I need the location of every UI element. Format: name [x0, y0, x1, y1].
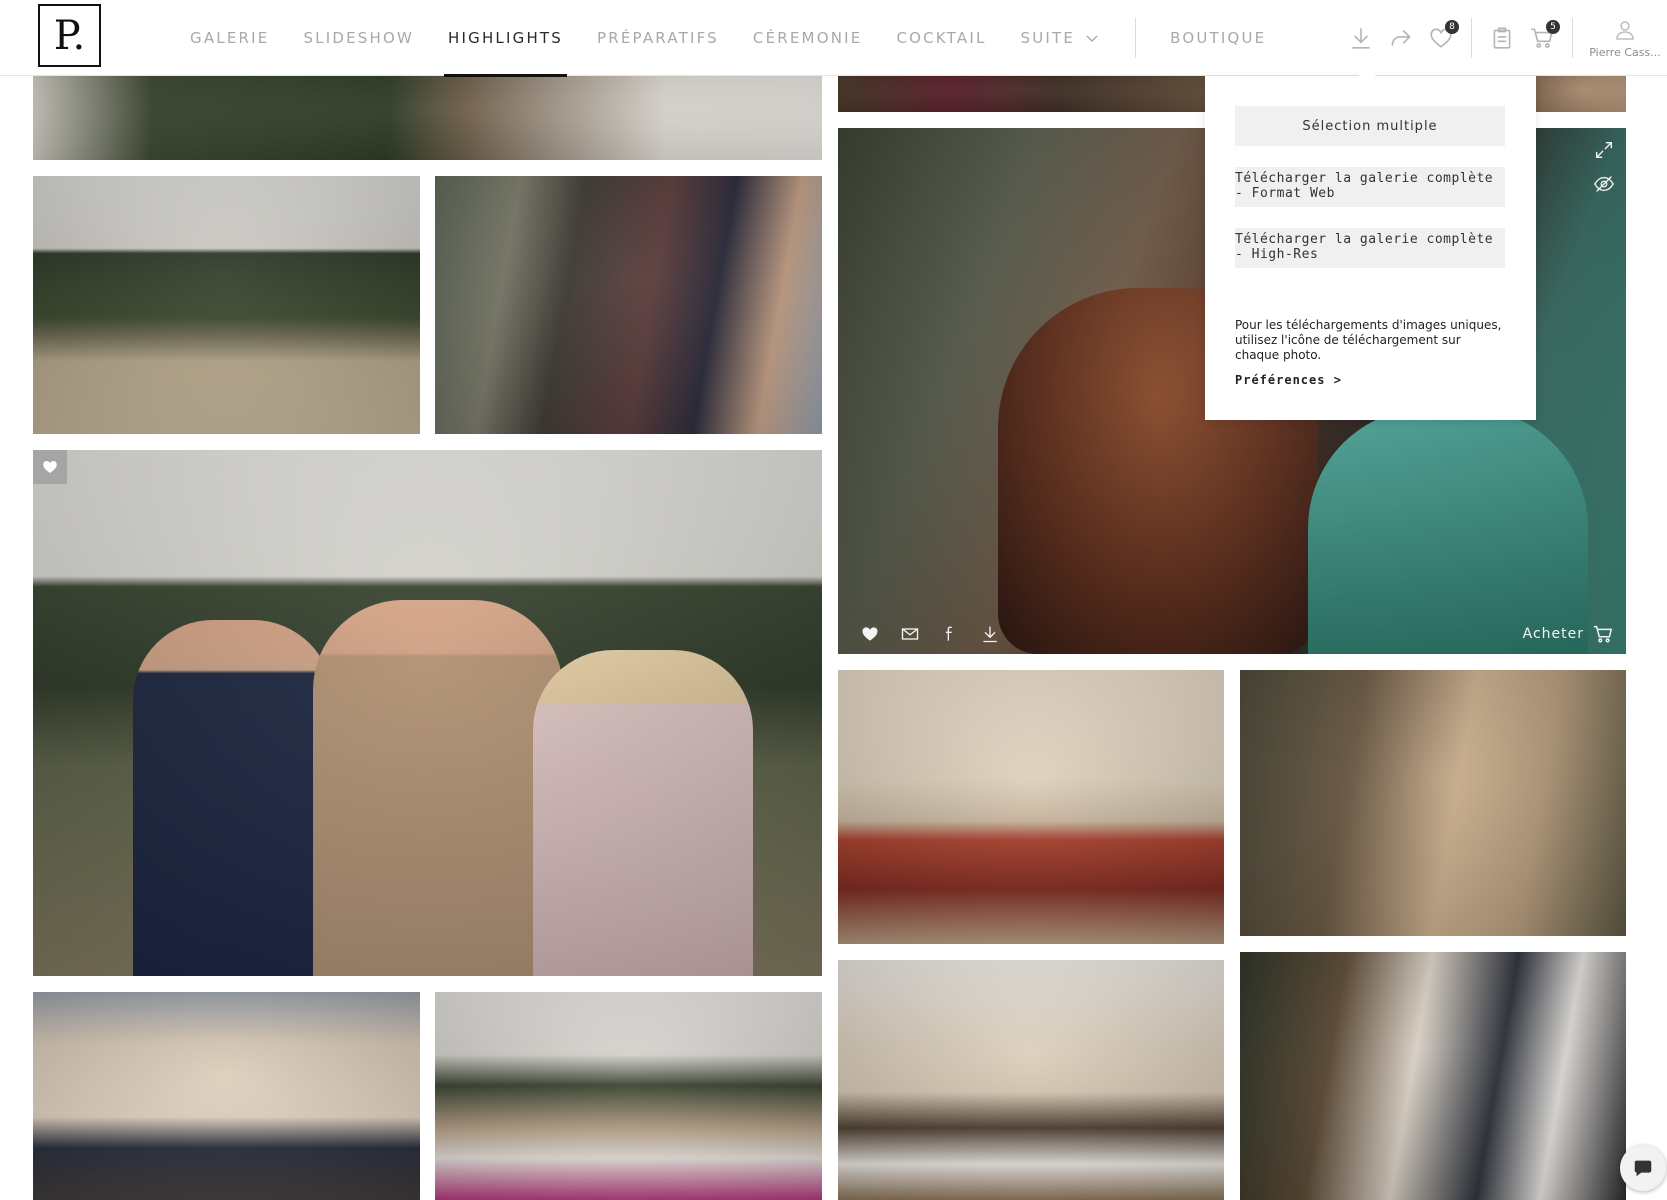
photo-thumbnail[interactable] [1240, 952, 1626, 1200]
download-button[interactable] [1341, 18, 1381, 58]
toolbar-divider [1572, 18, 1573, 58]
nav-suite-dropdown[interactable]: SUITE [1021, 0, 1100, 76]
photo-thumbnail[interactable] [838, 76, 1206, 112]
mail-icon [901, 628, 919, 640]
chat-support-button[interactable] [1620, 1145, 1666, 1191]
expand-icon [1595, 141, 1613, 159]
clipboard-icon [1493, 27, 1511, 49]
nav-galerie[interactable]: GALERIE [190, 0, 269, 76]
toolbar-divider [1471, 18, 1472, 58]
nav-cocktail[interactable]: COCKTAIL [896, 0, 986, 76]
photo-subject [313, 600, 563, 976]
like-photo-button[interactable] [850, 614, 890, 654]
email-photo-button[interactable] [890, 614, 930, 654]
share-icon [1391, 29, 1411, 46]
download-help-text: Pour les téléchargements d'images unique… [1235, 318, 1502, 362]
expand-photo-button[interactable] [1586, 132, 1622, 168]
photo-thumbnail[interactable] [33, 992, 420, 1200]
download-photo-button[interactable] [970, 614, 1010, 654]
share-button[interactable] [1381, 18, 1421, 58]
nav-highlights[interactable]: HIGHLIGHTS [444, 0, 567, 77]
favorites-count-badge: 8 [1445, 20, 1459, 34]
download-full-gallery-web-button[interactable]: Télécharger la galerie complète - Format… [1235, 167, 1505, 207]
photo-thumbnail[interactable] [435, 176, 822, 434]
photo-thumbnail[interactable] [838, 960, 1224, 1200]
chevron-down-icon [1086, 35, 1098, 42]
nav-boutique[interactable]: BOUTIQUE [1170, 0, 1266, 76]
favorites-button[interactable]: 8 [1421, 18, 1461, 58]
top-navigation-bar: P. GALERIE SLIDESHOW HIGHLIGHTS PRÉPARAT… [0, 0, 1667, 77]
toolbar: 8 5 Pierre Cass... [1341, 0, 1667, 76]
photo-subject [133, 620, 333, 976]
photo-thumbnail[interactable] [1240, 670, 1626, 936]
photo-thumbnail[interactable] [1532, 76, 1626, 112]
photo-thumbnail[interactable] [33, 76, 822, 160]
chat-icon [1634, 1160, 1652, 1177]
photo-action-bar: Acheter [838, 614, 1626, 654]
multiple-selection-button[interactable]: Sélection multiple [1235, 106, 1505, 146]
user-name: Pierre Cass... [1589, 45, 1661, 59]
nav-ceremonie[interactable]: CÉREMONIE [753, 0, 863, 76]
heart-icon [862, 627, 878, 641]
photo-subject [533, 650, 753, 976]
heart-icon [43, 461, 57, 473]
photo-thumbnail[interactable] [33, 176, 420, 434]
photo-thumbnail[interactable] [33, 450, 822, 976]
nav-preparatifs[interactable]: PRÉPARATIFS [597, 0, 719, 76]
download-icon [983, 626, 997, 643]
cart-icon [1593, 625, 1613, 643]
user-icon [1616, 20, 1634, 40]
cart-count-badge: 5 [1546, 20, 1560, 34]
favorite-toggle[interactable] [33, 450, 67, 484]
photo-thumbnail[interactable] [435, 992, 822, 1200]
user-account-button[interactable]: Pierre Cass... [1583, 0, 1667, 76]
nav-slideshow[interactable]: SLIDESHOW [303, 0, 414, 76]
facebook-icon [945, 626, 952, 641]
photo-thumbnail[interactable] [838, 670, 1224, 944]
download-icon [1352, 28, 1370, 49]
download-full-gallery-hires-button[interactable]: Télécharger la galerie complète - High-R… [1235, 228, 1505, 268]
hide-photo-button[interactable] [1586, 166, 1622, 202]
brand-logo[interactable]: P. [38, 4, 101, 67]
cart-button[interactable]: 5 [1522, 18, 1562, 58]
facebook-share-button[interactable] [930, 614, 970, 654]
download-dropdown-menu: Sélection multiple Télécharger la galeri… [1205, 76, 1536, 420]
nav-divider [1135, 18, 1137, 58]
preferences-link[interactable]: Préférences > [1235, 373, 1506, 387]
clipboard-button[interactable] [1482, 18, 1522, 58]
main-navigation: GALERIE SLIDESHOW HIGHLIGHTS PRÉPARATIFS… [190, 0, 1300, 77]
hide-icon [1594, 176, 1614, 192]
buy-photo-button[interactable]: Acheter [1523, 623, 1614, 645]
